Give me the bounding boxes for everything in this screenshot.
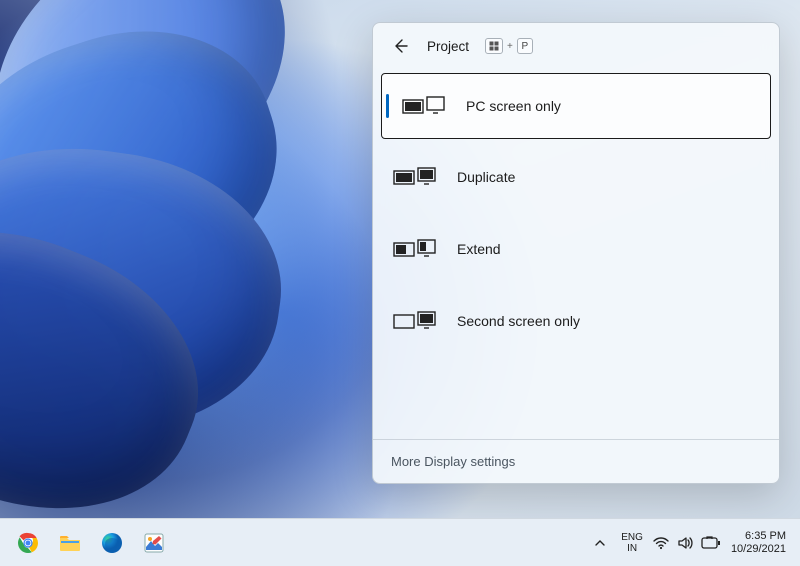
option-duplicate[interactable]: Duplicate [373,141,779,213]
plus-separator: + [507,41,513,52]
shortcut-hint: + P [485,38,533,54]
volume-icon [677,535,693,551]
time-label: 6:35 PM [745,530,786,543]
option-extend[interactable]: Extend [373,213,779,285]
arrow-left-icon [392,38,408,54]
option-label: Duplicate [457,169,515,185]
option-label: PC screen only [466,98,561,114]
project-flyout-panel: Project + P PC screen only [372,22,780,484]
second-screen-only-icon [393,309,437,333]
taskbar-left [10,525,172,561]
p-key: P [517,38,533,54]
clock[interactable]: 6:35 PM 10/29/2021 [731,530,786,556]
language-indicator[interactable]: ENG IN [621,532,643,554]
chrome-app-icon[interactable] [10,525,46,561]
project-options-list: PC screen only Duplicate [373,67,779,439]
more-display-settings-link[interactable]: More Display settings [373,439,779,483]
language-code: ENG [621,532,643,543]
back-button[interactable] [387,33,413,59]
option-label: Extend [457,241,501,257]
wifi-icon [653,535,669,551]
extend-icon [393,237,437,261]
language-region: IN [627,543,637,554]
pinned-app-icon[interactable] [136,525,172,561]
chevron-up-icon [594,537,606,549]
panel-title: Project [427,39,469,54]
battery-icon [701,536,721,550]
taskbar-right: ENG IN 6:35 PM 10/29/2021 [589,525,786,561]
option-second-screen-only[interactable]: Second screen only [373,285,779,357]
more-link-label: More Display settings [391,454,515,469]
wallpaper-bloom [0,0,420,540]
duplicate-icon [393,165,437,189]
date-label: 10/29/2021 [731,543,786,556]
option-label: Second screen only [457,313,580,329]
panel-header: Project + P [373,23,779,67]
system-tray[interactable] [653,535,721,551]
tray-overflow-button[interactable] [589,525,611,561]
edge-app-icon[interactable] [94,525,130,561]
file-explorer-icon[interactable] [52,525,88,561]
taskbar: ENG IN 6:35 PM 10/29/2021 [0,518,800,566]
pc-screen-only-icon [402,94,446,118]
option-pc-screen-only[interactable]: PC screen only [381,73,771,139]
windows-key-icon [485,38,503,54]
